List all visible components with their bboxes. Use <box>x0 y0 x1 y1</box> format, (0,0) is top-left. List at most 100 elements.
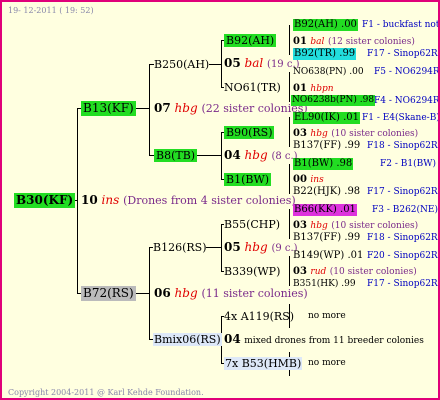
value: .01 <box>340 204 356 215</box>
id: B22(HJK) <box>293 186 342 197</box>
mfm-queen-id[interactable]: B339(WP) <box>224 265 280 278</box>
mf-generation: 05 hbg (9 c.) <box>224 240 298 256</box>
gen-number: 04 <box>224 332 241 346</box>
mff-mother-source: F18 - Sinop62R <box>367 233 438 243</box>
gen-number: 04 <box>224 148 241 162</box>
id: B149(WP) <box>293 250 345 261</box>
value: .98 <box>336 158 353 169</box>
mff-mother-id[interactable]: B137(FF) .99 <box>293 232 360 244</box>
value: .99 <box>341 279 356 289</box>
connector <box>77 108 78 294</box>
mfm-mother-source: F17 - Sinop62R <box>367 279 438 289</box>
fff-mother-id[interactable]: B92(TR) .99 <box>293 48 357 60</box>
mff-father-source: F3 - B262(NE) <box>372 205 438 215</box>
id: NO638(PN) <box>293 67 347 77</box>
value: .99 <box>344 140 361 151</box>
gen-code: hbpn <box>310 84 334 94</box>
mff-generation: 03 hbg (10 sister colonies) <box>293 218 418 232</box>
mfm-father-source: F20 - Sinop62R <box>367 251 438 261</box>
ffm-queen-id[interactable]: NO61(TR) <box>224 81 281 94</box>
root-generation: 10 ins (Drones from 4 sister colonies) <box>81 193 296 208</box>
gen-number: 03 <box>293 220 307 231</box>
id: B66(KK) <box>294 204 337 215</box>
mff-queen-id[interactable]: B55(CHP) <box>224 218 280 231</box>
gen-number: 10 <box>81 193 98 207</box>
id: B92(AH) <box>294 19 338 30</box>
mm-queen-id[interactable]: Bmix06(RS) <box>153 333 222 346</box>
mother-generation: 06 hbg (11 sister colonies) <box>154 286 308 301</box>
fmm-queen-id[interactable]: B1(BW) <box>224 173 272 186</box>
fmm-mother-id[interactable]: B22(HJK) .98 <box>293 186 360 198</box>
connector <box>289 256 290 286</box>
gen-code: hbg <box>244 240 268 254</box>
gen-number: 03 <box>293 128 307 139</box>
fmm-mother-source: F17 - Sinop62R <box>367 187 438 197</box>
mmb-no-more: no more <box>308 358 346 368</box>
value: .00 <box>349 67 364 77</box>
mff-father-id[interactable]: B66(KK) .01 <box>293 204 357 216</box>
mother-queen-id[interactable]: B72(RS) <box>81 286 136 301</box>
root-queen-id[interactable]: B30(KF) <box>14 193 76 208</box>
fm-generation: 04 hbg (8 c.) <box>224 148 298 164</box>
print-date: 19- 12-2011 ( 19: 52) <box>8 6 94 15</box>
fmf-queen-id[interactable]: B90(RS) <box>224 126 275 139</box>
value: .98 <box>344 186 361 197</box>
gen-number: 05 <box>224 56 241 70</box>
mma-queen-id[interactable]: 4x A119(RS) <box>224 310 294 323</box>
fff-father-id[interactable]: B92(AH) .00 <box>293 19 358 31</box>
gen-code: hbg <box>174 101 198 115</box>
fmf-mother-id[interactable]: B137(FF) .99 <box>293 140 360 152</box>
gen-code: hbg <box>310 221 328 231</box>
fff-queen-id[interactable]: B92(AH) <box>224 34 277 47</box>
mf-queen-id[interactable]: B126(RS) <box>153 241 206 254</box>
mfm-father-id[interactable]: B149(WP) .01 <box>293 250 363 262</box>
mmb-queen-id[interactable]: 7x B53(HMB) <box>224 357 303 370</box>
gen-number: 01 <box>293 36 307 47</box>
fff-mother-source: F17 - Sinop62R <box>367 49 438 59</box>
gen-code: hbg <box>244 148 268 162</box>
fff-generation: 01 bal (12 sister colonies) <box>293 34 415 48</box>
ffm-father-source: F5 - NO6294R <box>374 67 440 77</box>
connector <box>149 64 150 156</box>
fmm-generation: 00 ins <box>293 172 324 186</box>
value: .01 <box>347 250 364 261</box>
gen-code: bal <box>244 56 264 70</box>
value: .01 <box>343 112 359 123</box>
gen-code: ins <box>310 175 324 185</box>
connector <box>206 247 222 248</box>
father-generation: 07 hbg (22 sister colonies) <box>154 101 308 116</box>
gen-number: 03 <box>293 266 307 277</box>
mfm-mother-id[interactable]: B351(HK) .99 <box>293 279 356 290</box>
copyright: Copyright 2004-2011 @ Karl Kehde Foundat… <box>8 388 204 397</box>
ffm-generation: 01 hbpn <box>293 81 334 95</box>
ff-queen-id[interactable]: B250(AH) <box>154 58 209 71</box>
fmf-father-id[interactable]: EL90(IK) .01 <box>293 112 360 124</box>
ffm-mother-id[interactable]: NO6238b(PN) .98 <box>291 95 376 106</box>
gen-number: 00 <box>293 174 307 185</box>
gen-code: bal <box>310 37 325 47</box>
connector <box>289 25 290 55</box>
id: B92(TR) <box>294 48 337 59</box>
pedigree-chart: 19- 12-2011 ( 19: 52) B30(KF) 10 ins (Dr… <box>0 0 440 400</box>
gen-note: (10 sister colonies) <box>331 129 419 139</box>
gen-code: rud <box>310 267 327 277</box>
ff-generation: 05 bal (19 c.) <box>224 56 300 72</box>
fm-queen-id[interactable]: B8(TB) <box>154 149 198 162</box>
gen-note: (10 sister colonies) <box>331 221 419 231</box>
gen-code: hbg <box>310 129 328 139</box>
connector <box>289 117 290 147</box>
value: .98 <box>359 95 375 105</box>
id: NO6238b(PN) <box>292 95 357 105</box>
father-queen-id[interactable]: B13(KF) <box>81 101 136 116</box>
ffm-father-id[interactable]: NO638(PN) .00 <box>293 67 364 78</box>
fmm-father-id[interactable]: B1(BW) .98 <box>293 158 354 170</box>
gen-note: (Drones from 4 sister colonies) <box>123 194 296 207</box>
gen-number: 06 <box>154 286 171 300</box>
fmf-generation: 03 hbg (10 sister colonies) <box>293 126 418 140</box>
ffm-mother-source: F4 - NO6294R <box>374 96 440 106</box>
gen-number: 07 <box>154 101 171 115</box>
id: B1(BW) <box>294 158 334 169</box>
value: .99 <box>339 48 356 59</box>
id: B137(FF) <box>293 140 342 151</box>
fmf-father-source: F1 - E4(Skane-B) <box>362 113 440 123</box>
